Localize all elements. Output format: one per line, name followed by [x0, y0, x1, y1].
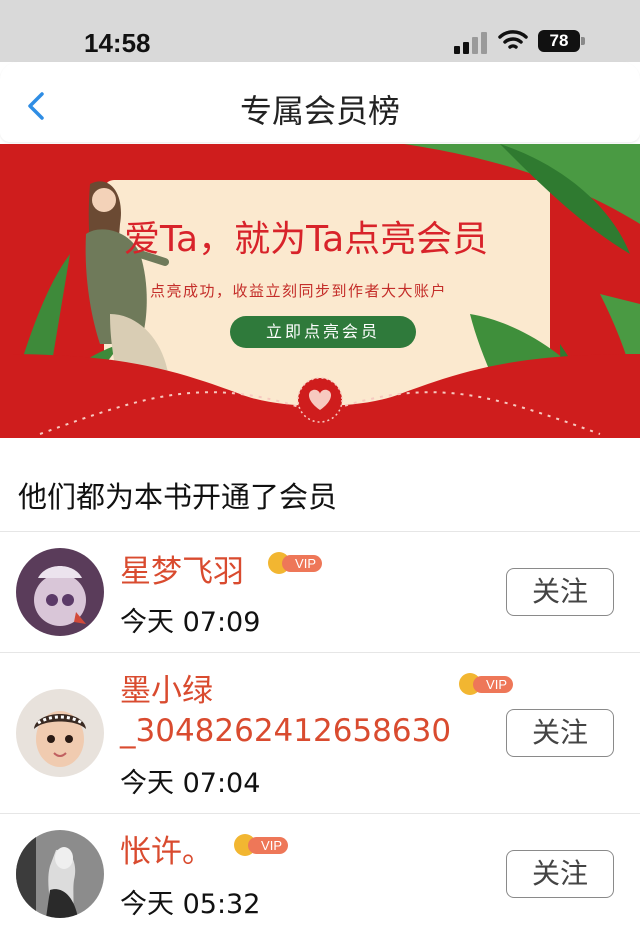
- status-bar: 14:58 78: [0, 0, 640, 62]
- vip-badge: VIP: [234, 834, 290, 856]
- follow-button[interactable]: 关注: [506, 568, 614, 616]
- battery-tip: [581, 37, 585, 45]
- member-row: 星梦飞羽 VIP 今天 07:09 关注: [0, 532, 640, 652]
- banner-headline: 爱Ta，就为Ta点亮会员: [124, 219, 489, 260]
- nav-bar: 专属会员榜: [0, 62, 640, 142]
- member-name-line-2[interactable]: _3048262412658630: [120, 711, 451, 751]
- promo-banner[interactable]: 爱Ta，就为Ta点亮会员 点亮成功，收益立刻同步到作者大大账户 立即点亮会员: [0, 144, 640, 438]
- page-title: 专属会员榜: [239, 92, 400, 130]
- section-title: 他们都为本书开通了会员: [18, 480, 338, 514]
- member-row: 怅许。 VIP 今天 05:32 关注: [0, 814, 640, 932]
- member-name[interactable]: 怅许。: [120, 832, 213, 872]
- follow-button[interactable]: 关注: [506, 850, 614, 898]
- light-up-membership-button[interactable]: 立即点亮会员: [230, 316, 416, 348]
- status-time: 14:58: [84, 28, 151, 58]
- member-row: 墨小绿 _3048262412658630 VIP 今天 07:04 关注: [0, 653, 640, 813]
- vip-badge: VIP: [459, 673, 515, 695]
- avatar[interactable]: [16, 689, 104, 777]
- member-name-line-1[interactable]: 墨小绿: [120, 671, 213, 711]
- banner-subtext: 点亮成功，收益立刻同步到作者大大账户: [150, 282, 448, 300]
- avatar[interactable]: [16, 548, 104, 636]
- member-name[interactable]: 星梦飞羽: [120, 552, 244, 592]
- vip-badge: VIP: [268, 552, 324, 574]
- visit-time: 今天 07:09: [120, 607, 261, 638]
- battery-indicator: 78: [538, 30, 580, 52]
- visit-time: 今天 07:04: [120, 768, 261, 799]
- cellular-signal-icon: [454, 30, 488, 54]
- visit-time: 今天 05:32: [120, 889, 261, 920]
- avatar[interactable]: [16, 830, 104, 918]
- follow-button[interactable]: 关注: [506, 709, 614, 757]
- wifi-icon: [498, 30, 528, 49]
